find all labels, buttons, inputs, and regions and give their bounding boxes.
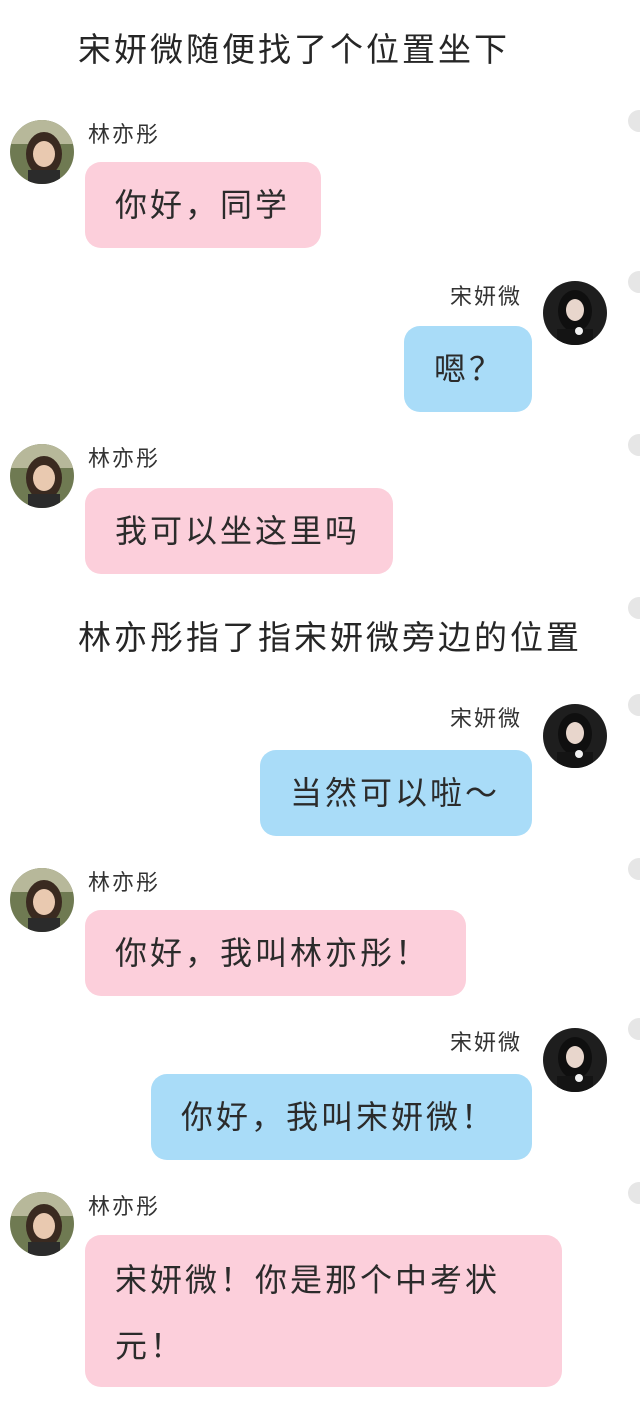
message-text: 宋妍微！你是那个中考状元！ xyxy=(115,1261,501,1365)
edge-dot-icon xyxy=(628,434,640,456)
chat-bubble-left[interactable]: 我可以坐这里吗 xyxy=(85,488,393,574)
girl-portrait-avatar-icon[interactable] xyxy=(10,120,74,184)
chat-bubble-right[interactable]: 嗯？ xyxy=(404,326,532,412)
girl-portrait-avatar-icon[interactable] xyxy=(10,444,74,508)
chat-bubble-right[interactable]: 你好，我叫宋妍微！ xyxy=(151,1074,532,1160)
edge-dot-icon xyxy=(628,1018,640,1040)
girl-portrait-avatar-icon[interactable] xyxy=(10,1192,74,1256)
dark-portrait-avatar-icon[interactable] xyxy=(543,704,607,768)
sender-name: 林亦彤 xyxy=(88,871,161,896)
edge-dot-icon xyxy=(628,694,640,716)
sender-name: 宋妍微 xyxy=(450,285,523,310)
edge-dot-icon xyxy=(628,858,640,880)
edge-dot-icon xyxy=(628,597,640,619)
chat-bubble-left[interactable]: 你好，同学 xyxy=(85,162,321,248)
narration-text: 林亦彤指了指宋妍微旁边的位置 xyxy=(78,618,582,657)
message-text: 你好，我叫林亦彤！ xyxy=(115,934,431,972)
sender-name: 宋妍微 xyxy=(450,707,523,732)
dark-portrait-avatar-icon[interactable] xyxy=(543,1028,607,1092)
message-text: 当然可以啦～ xyxy=(290,774,501,812)
sender-name: 林亦彤 xyxy=(88,1195,161,1220)
sender-name: 宋妍微 xyxy=(450,1031,523,1056)
dark-portrait-avatar-icon[interactable] xyxy=(543,281,607,345)
message-text: 你好，同学 xyxy=(115,186,291,224)
chat-bubble-right[interactable]: 当然可以啦～ xyxy=(260,750,532,836)
chat-bubble-left[interactable]: 你好，我叫林亦彤！ xyxy=(85,910,466,996)
edge-dot-icon xyxy=(628,271,640,293)
edge-dot-icon xyxy=(628,1182,640,1204)
sender-name: 林亦彤 xyxy=(88,447,161,472)
narration-text: 宋妍微随便找了个位置坐下 xyxy=(78,30,510,69)
chat-bubble-left[interactable]: 宋妍微！你是那个中考状元！ xyxy=(85,1235,562,1387)
message-text: 我可以坐这里吗 xyxy=(115,512,361,550)
message-text: 嗯？ xyxy=(434,350,505,388)
message-text: 你好，我叫宋妍微！ xyxy=(181,1098,497,1136)
sender-name: 林亦彤 xyxy=(88,123,161,148)
girl-portrait-avatar-icon[interactable] xyxy=(10,868,74,932)
edge-dot-icon xyxy=(628,110,640,132)
